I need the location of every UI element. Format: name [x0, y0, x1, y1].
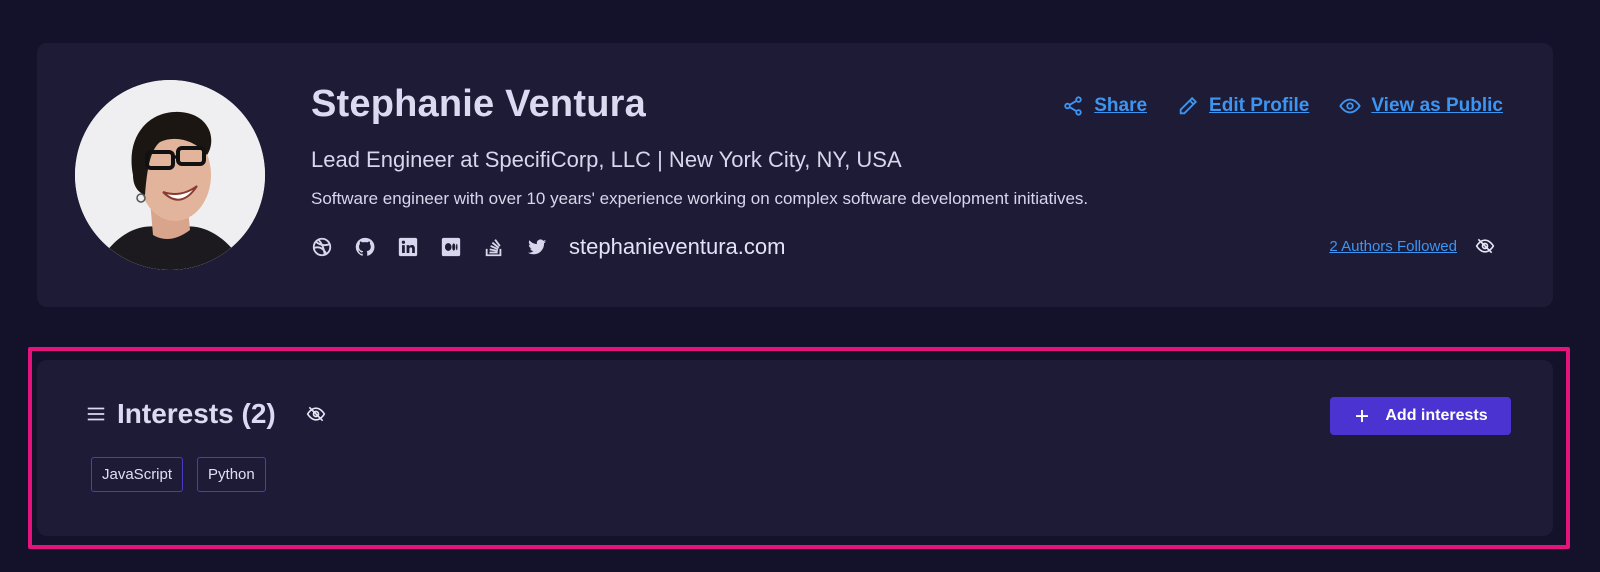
pencil-icon [1179, 96, 1198, 115]
share-label: Share [1094, 95, 1148, 116]
view-as-public-button[interactable]: View as Public [1339, 95, 1503, 117]
website-link[interactable]: stephanieventura.com [569, 234, 785, 260]
profile-bio: Software engineer with over 10 years' ex… [311, 189, 1089, 208]
interests-card: Interests (2) Add interests JavaScript P… [37, 360, 1553, 536]
linkedin-icon[interactable] [397, 236, 419, 258]
profile-name: Stephanie Ventura [311, 83, 646, 125]
authors-followed-row: 2 Authors Followed [1329, 236, 1495, 256]
profile-card: Stephanie Ventura Lead Engineer at Speci… [37, 43, 1553, 307]
eye-off-icon[interactable] [306, 404, 326, 424]
share-icon [1064, 96, 1082, 116]
share-button[interactable]: Share [1062, 95, 1147, 117]
eye-off-icon[interactable] [1475, 236, 1495, 256]
avatar [75, 80, 265, 270]
interest-tag[interactable]: Python [197, 457, 266, 492]
interests-header: Interests (2) [85, 398, 326, 430]
add-interests-label: Add interests [1385, 407, 1488, 424]
profile-headline: Lead Engineer at SpecifiCorp, LLC | New … [311, 147, 902, 172]
plus-icon [1356, 410, 1369, 422]
authors-followed-link[interactable]: 2 Authors Followed [1329, 238, 1457, 255]
add-interests-button[interactable]: Add interests [1330, 397, 1511, 435]
edit-profile-button[interactable]: Edit Profile [1177, 95, 1309, 117]
interest-tags: JavaScript Python [91, 457, 280, 492]
stackoverflow-icon[interactable] [483, 236, 505, 258]
social-links: stephanieventura.com [311, 231, 785, 263]
view-as-public-label: View as Public [1371, 95, 1503, 116]
edit-profile-label: Edit Profile [1209, 95, 1310, 116]
profile-actions: Share Edit Profile View as Public [1032, 95, 1503, 117]
interest-tag[interactable]: JavaScript [91, 457, 184, 492]
twitter-icon[interactable] [526, 236, 548, 258]
dribbble-icon[interactable] [311, 236, 333, 258]
eye-icon [1339, 98, 1362, 114]
github-icon[interactable] [354, 236, 376, 258]
menu-icon[interactable] [85, 403, 107, 425]
interests-title: Interests (2) [117, 398, 276, 429]
medium-icon[interactable] [440, 236, 462, 258]
